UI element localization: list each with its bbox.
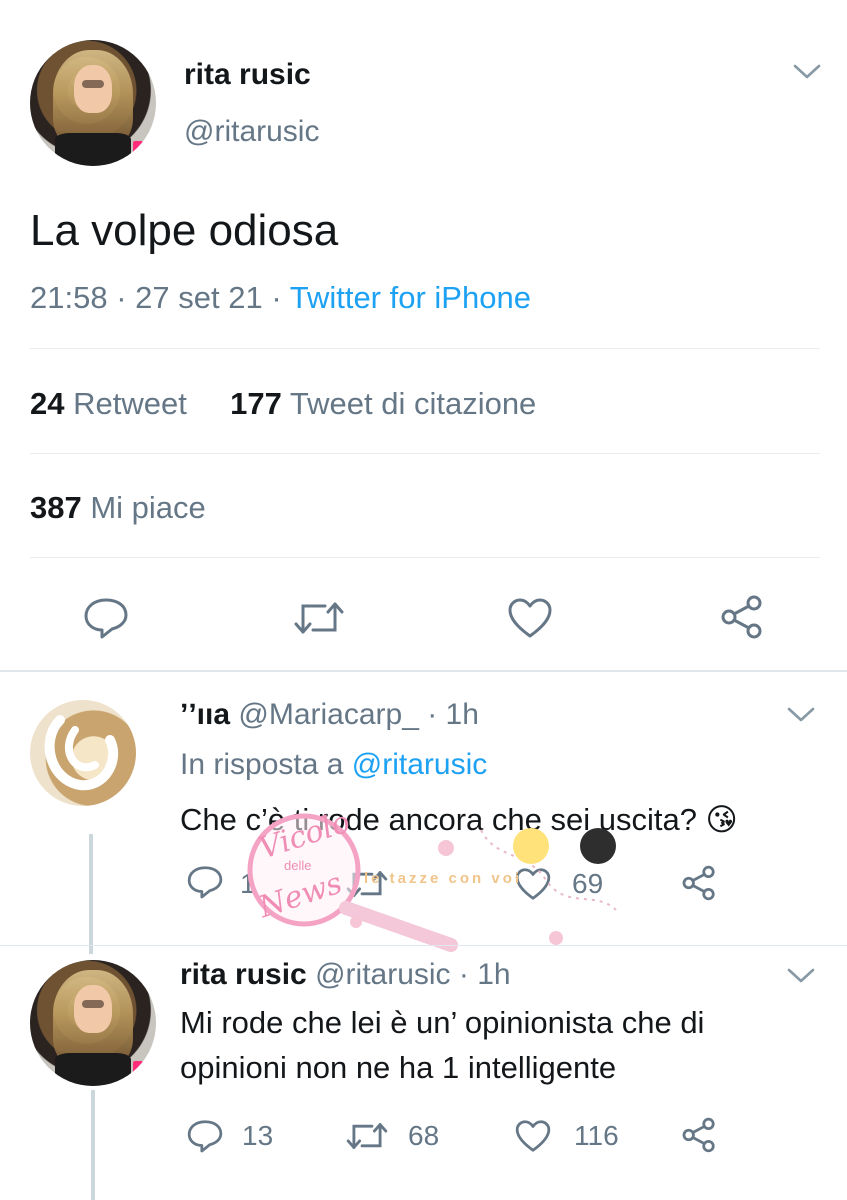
- reply-text-line1: Mi rode che lei è un’ opinionista che di: [180, 1005, 705, 1040]
- reply-header: ʼʼııa @Mariacarp_ · 1h: [180, 698, 479, 732]
- watermark-line2: delle: [284, 858, 312, 873]
- like-count: 116: [574, 1120, 619, 1151]
- divider: [30, 348, 820, 349]
- likes-stat[interactable]: 387 Mi piace: [30, 490, 206, 526]
- author-name[interactable]: rita rusic: [184, 58, 311, 92]
- tweet-text: La volpe odiosa: [30, 206, 339, 255]
- in-reply-to: In risposta a @ritarusic: [180, 748, 488, 781]
- share-icon[interactable]: [718, 594, 766, 640]
- reply-icon[interactable]: [82, 596, 130, 640]
- reply-avatar[interactable]: [30, 700, 136, 806]
- reply-header: rita rusic @ritarusic · 1h: [180, 958, 511, 992]
- watermark-line3: News: [254, 865, 347, 926]
- divider: [30, 557, 820, 558]
- in-reply-to-handle[interactable]: @ritarusic: [352, 748, 487, 781]
- retweet-icon[interactable]: [344, 1118, 390, 1154]
- author-avatar[interactable]: [30, 40, 156, 166]
- tweet-time: 21:58: [30, 280, 108, 315]
- thread-line: [91, 1090, 95, 1200]
- reply-author-name[interactable]: ʼʼııa: [180, 698, 230, 731]
- author-handle[interactable]: @ritarusic: [184, 115, 319, 149]
- like-count: 69: [572, 868, 604, 899]
- section-divider: [0, 670, 847, 672]
- chevron-down-icon[interactable]: [786, 705, 816, 725]
- reply-author-name[interactable]: rita rusic: [180, 958, 307, 991]
- retweet-icon[interactable]: [344, 866, 390, 902]
- reply-avatar[interactable]: [30, 960, 156, 1086]
- tweet-stats-row: 24 Retweet 177 Tweet di citazione: [30, 386, 536, 422]
- reply-author-handle[interactable]: @ritarusic: [315, 958, 450, 991]
- reply-count: 13: [242, 1120, 274, 1151]
- share-icon[interactable]: [680, 1116, 718, 1154]
- meta-separator: ·: [116, 280, 127, 315]
- reply-count: 1: [240, 868, 256, 899]
- chevron-down-icon[interactable]: [792, 62, 822, 82]
- thread-line: [89, 834, 93, 954]
- reply-text: Che c’è ti rode ancora che sei uscita? 😘: [180, 802, 738, 837]
- reply-author-handle[interactable]: @Mariacarp_: [238, 698, 419, 731]
- quotes-stat[interactable]: 177 Tweet di citazione: [230, 386, 536, 421]
- tweet-source-link[interactable]: Twitter for iPhone: [290, 280, 531, 315]
- retweet-icon[interactable]: [291, 596, 347, 640]
- like-heart-icon[interactable]: [514, 1118, 552, 1154]
- reply-icon[interactable]: [186, 1118, 224, 1154]
- like-heart-icon[interactable]: [506, 596, 554, 640]
- tweet-date: 27 set 21: [135, 280, 263, 315]
- tweet-meta: 21:58 · 27 set 21 · Twitter for iPhone: [30, 280, 531, 316]
- meta-separator-2: ·: [271, 280, 282, 315]
- chevron-down-icon[interactable]: [786, 966, 816, 986]
- reply-text-line2: opinioni non ne ha 1 intelligente: [180, 1050, 617, 1085]
- retweet-count: 68: [408, 1120, 440, 1151]
- like-heart-icon[interactable]: [514, 866, 552, 902]
- reply-icon[interactable]: [186, 864, 224, 900]
- reply-time: · 1h: [458, 958, 511, 991]
- share-icon[interactable]: [680, 864, 718, 902]
- divider: [30, 453, 820, 454]
- retweets-stat[interactable]: 24 Retweet: [30, 386, 187, 421]
- reply-time: · 1h: [427, 698, 479, 731]
- section-divider: [0, 945, 847, 946]
